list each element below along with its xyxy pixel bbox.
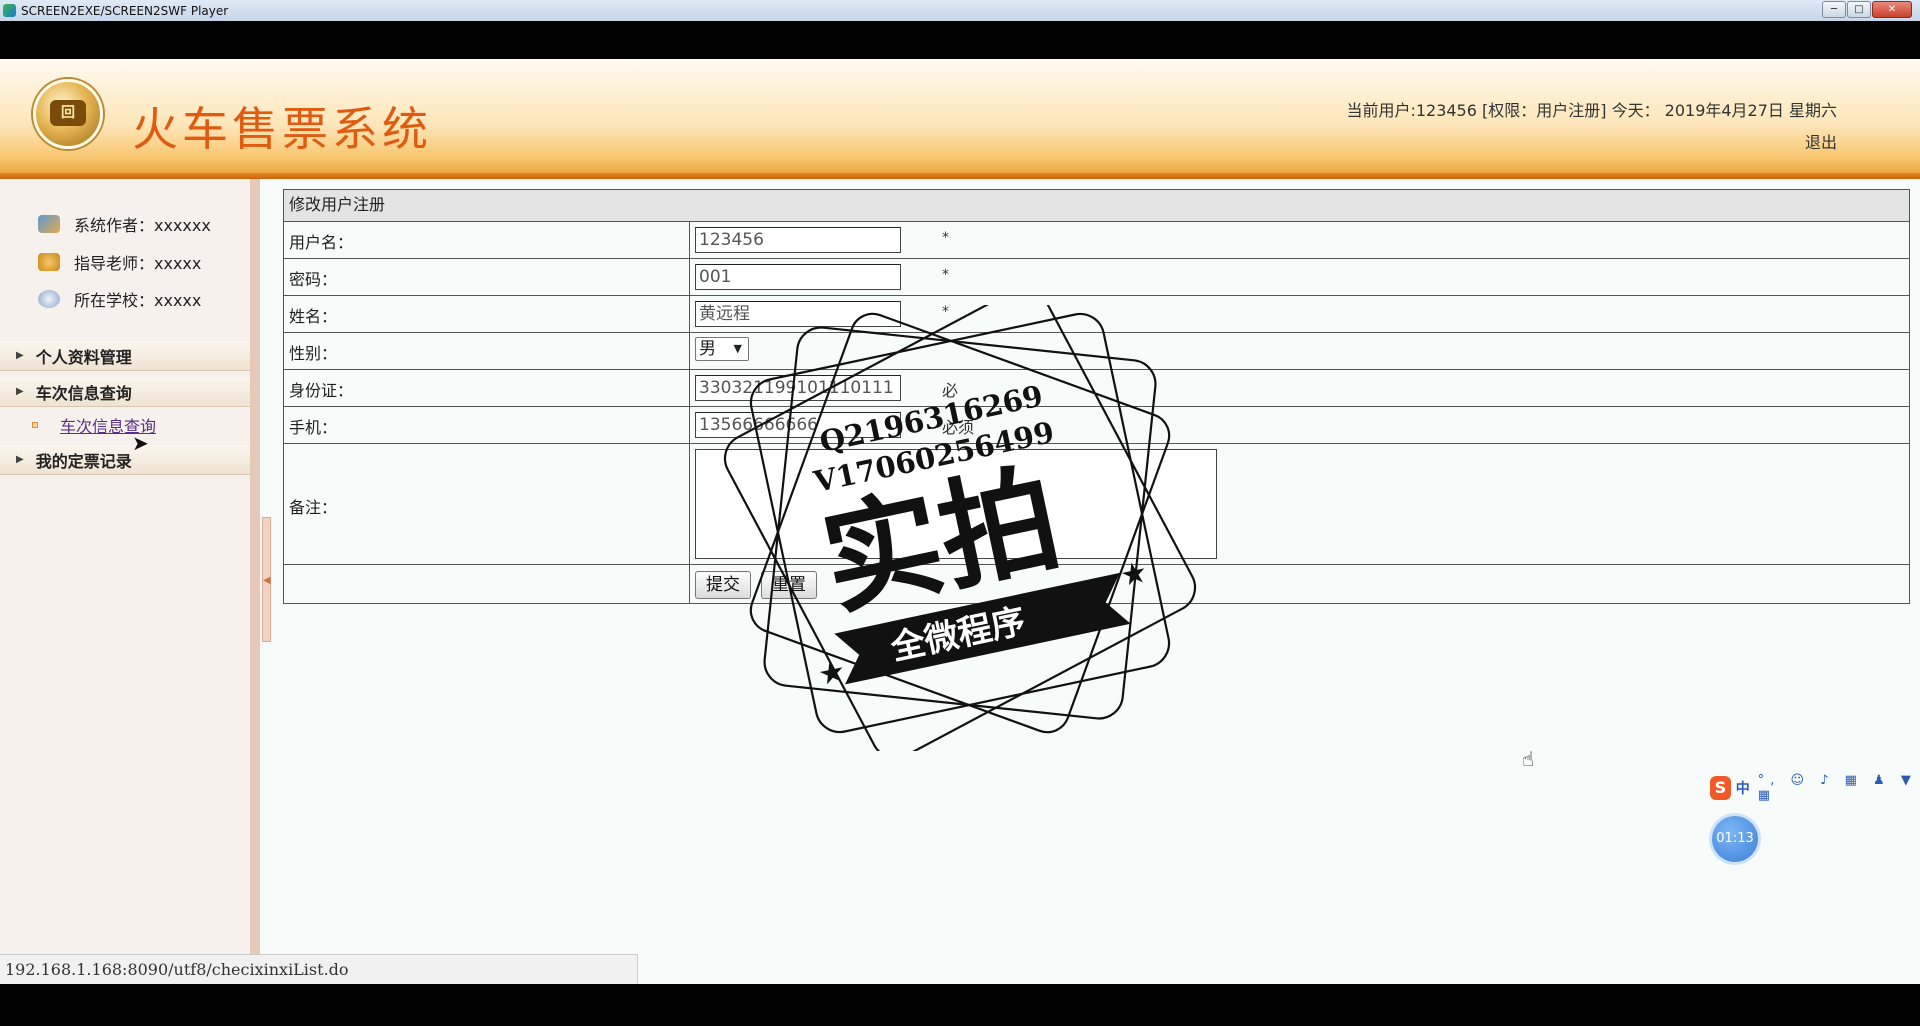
logo-mark: 回	[50, 100, 86, 126]
column-divider	[689, 259, 690, 295]
username-label: 用户名：	[289, 233, 354, 252]
password-label: 密码：	[289, 270, 338, 289]
menu-label: 车次信息查询	[35, 383, 132, 403]
header-banner: 回 火车售票系统 当前用户:123456 [权限：用户注册] 今天： 2019年…	[0, 59, 1920, 179]
teacher-label: 指导老师：xxxxx	[74, 254, 202, 273]
menu-profile-management[interactable]: ▶ 个人资料管理	[0, 341, 258, 371]
app-icon	[3, 4, 16, 17]
sidebar-info-author: 系统作者：xxxxxx	[38, 212, 211, 236]
clock-icon	[38, 290, 60, 308]
sidebar-border	[250, 179, 260, 984]
reset-button[interactable]: 重置	[761, 571, 817, 599]
row-password: 密码： 001 *	[284, 259, 1909, 296]
required-mark: *	[942, 304, 949, 320]
phone-input[interactable]: 13566666666	[695, 412, 901, 438]
menu-label: 我的定票记录	[35, 451, 132, 471]
caret-right-icon: ▶	[16, 386, 24, 397]
sidebar: 系统作者：xxxxxx 指导老师：xxxxx 所在学校：xxxxx ▶ 个人资料…	[0, 179, 260, 984]
phone-label: 手机：	[289, 418, 338, 437]
sogou-ime-icon[interactable]: S	[1710, 776, 1731, 800]
ime-tool-icons[interactable]: °, ☺ ♪ ▦ ♟ ▼ ▦	[1758, 773, 1920, 803]
ime-toolbar[interactable]: S 中 °, ☺ ♪ ▦ ♟ ▼ ▦	[1710, 773, 1920, 803]
required-mark: *	[942, 267, 949, 283]
idcard-format-hint: 必	[942, 381, 959, 400]
form-title: 修改用户注册	[284, 190, 1909, 222]
username-input[interactable]: 123456	[695, 227, 901, 253]
row-username: 用户名： 123456 *	[284, 222, 1909, 259]
window-controls: ─ □ ✕	[1821, 1, 1912, 18]
author-label: 系统作者：xxxxxx	[74, 216, 211, 235]
name-input[interactable]: 黄远程	[695, 301, 901, 327]
recording-timer: 01:13	[1712, 816, 1758, 862]
bullet-icon	[32, 422, 38, 428]
sidebar-collapse-handle[interactable]: ◀	[262, 517, 271, 642]
status-bar-url: 192.168.1.168:8090/utf8/checixinxiList.d…	[0, 954, 638, 984]
edit-user-form: 修改用户注册 用户名： 123456 * 密码： 001 * 姓名： 黄远程 *…	[283, 189, 1910, 604]
remark-textarea[interactable]	[695, 449, 1217, 559]
column-divider	[689, 370, 690, 406]
column-divider	[689, 296, 690, 332]
stamp-banner-text: 全微程序	[887, 601, 1029, 669]
gender-selected-value: 男	[699, 339, 716, 359]
column-divider	[689, 407, 690, 443]
menu-booking-records[interactable]: ▶ 我的定票记录	[0, 445, 258, 475]
menu-train-query[interactable]: ▶ 车次信息查询	[0, 377, 258, 407]
logo-icon: 回	[33, 79, 103, 149]
row-gender: 性别： 男 ▼	[284, 333, 1909, 370]
column-divider	[689, 333, 690, 369]
row-phone: 手机： 13566666666 必须	[284, 407, 1909, 444]
minimize-button[interactable]: ─	[1822, 1, 1846, 18]
system-title: 火车售票系统	[132, 102, 432, 156]
name-label: 姓名：	[289, 307, 338, 326]
row-remark: 备注：	[284, 444, 1909, 565]
row-actions: 提交 重置	[284, 565, 1909, 603]
window-title: SCREEN2EXE/SCREEN2SWF Player	[21, 3, 229, 18]
row-idcard: 身份证： 330321199101110111 必	[284, 370, 1909, 407]
caret-right-icon: ▶	[16, 454, 24, 465]
window-titlebar: SCREEN2EXE/SCREEN2SWF Player ─ □ ✕	[0, 0, 1920, 21]
idcard-label: 身份证：	[289, 381, 354, 400]
web-page: 回 火车售票系统 当前用户:123456 [权限：用户注册] 今天： 2019年…	[0, 59, 1920, 984]
submit-button[interactable]: 提交	[695, 571, 751, 599]
column-divider	[689, 222, 690, 258]
star-icon: ★	[815, 654, 849, 694]
idcard-input[interactable]: 330321199101110111	[695, 375, 901, 401]
maximize-button[interactable]: □	[1847, 1, 1871, 18]
caret-right-icon: ▶	[16, 350, 24, 361]
current-user-info: 当前用户:123456 [权限：用户注册] 今天： 2019年4月27日 星期六	[1346, 101, 1837, 120]
logout-link[interactable]: 退出	[1805, 129, 1837, 153]
menu-label: 个人资料管理	[35, 347, 132, 367]
hand-cursor-icon: ☝	[1522, 747, 1535, 771]
row-name: 姓名： 黄远程 *	[284, 296, 1909, 333]
column-divider	[689, 444, 690, 564]
gender-select[interactable]: 男 ▼	[695, 337, 749, 361]
required-mark: *	[942, 230, 949, 246]
phone-icon	[38, 253, 60, 271]
gender-label: 性别：	[289, 344, 338, 363]
password-input[interactable]: 001	[695, 264, 901, 290]
ime-mode-chinese[interactable]: 中	[1736, 778, 1750, 798]
remark-label: 备注：	[289, 498, 338, 517]
users-icon	[38, 215, 60, 233]
school-label: 所在学校：xxxxx	[74, 291, 202, 310]
column-divider	[689, 565, 690, 603]
dropdown-arrow-icon: ▼	[733, 342, 742, 355]
phone-format-hint: 必须	[942, 418, 975, 437]
sidebar-info-teacher: 指导老师：xxxxx	[38, 250, 201, 274]
arrow-cursor-icon: ➤	[132, 431, 149, 455]
sidebar-info-school: 所在学校：xxxxx	[38, 287, 201, 311]
close-button[interactable]: ✕	[1872, 1, 1912, 18]
